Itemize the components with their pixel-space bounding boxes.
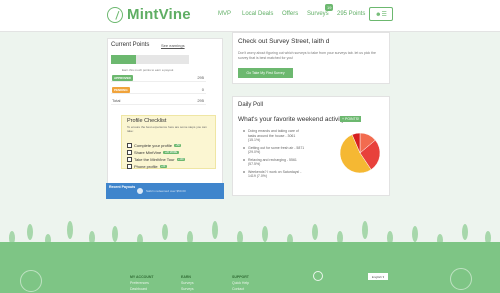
pending-value: 0 — [201, 87, 204, 92]
checkbox[interactable] — [127, 163, 132, 169]
poll-option: Doing errands and taking care of tasks a… — [243, 129, 305, 143]
checklist-desc: To ensure the best experience here are s… — [127, 125, 207, 133]
nav-points[interactable]: 295 Points — [337, 11, 365, 17]
poll-option: Getting out for some fresh air - 5871 (2… — [243, 146, 305, 155]
points-badge: + POINTS! — [340, 116, 362, 122]
pending-row: PENDING 0 — [111, 86, 206, 94]
survey-street-title: Check out Survey Street, laith d — [238, 38, 330, 45]
points-badge: +100 — [176, 157, 186, 161]
see-earnings-link[interactable]: See earnings — [161, 43, 185, 48]
progress-note: Earn this much points to earn a payout — [122, 68, 174, 72]
recent-payout-text: Sabrin redeemed over $50.00 — [146, 189, 186, 193]
checklist-item-label: Complete your profile — [134, 142, 173, 148]
daily-poll-title: Daily Poll — [238, 102, 264, 108]
language-value: English — [371, 274, 382, 279]
footer-link[interactable]: Preferences — [130, 281, 149, 285]
points-progress-fill — [111, 55, 136, 64]
recent-payouts-label: Recent Payouts — [109, 185, 136, 189]
nav-mvp[interactable]: MVP — [218, 11, 231, 17]
current-points-card: Current Points See earnings Earn this mu… — [107, 38, 223, 184]
points-progress-bar — [111, 55, 189, 64]
language-select[interactable]: English ▾ — [368, 273, 388, 280]
nav-local-deals[interactable]: Local Deals — [242, 11, 273, 17]
decorative-leaves — [0, 221, 500, 250]
logo[interactable]: MintVine — [107, 6, 191, 23]
checklist-item[interactable]: Complete your profile +50 — [127, 142, 182, 148]
poll-question: What's your favorite weekend activity? — [238, 116, 349, 123]
total-value: 295 — [197, 98, 204, 103]
poll-pie-chart — [339, 132, 381, 174]
footer-support-title: SUPPORT — [232, 275, 249, 279]
leaf-watermark-icon — [450, 268, 472, 290]
current-points-title: Current Points — [111, 42, 150, 48]
checklist-item[interactable]: Phone profile +20 — [127, 163, 167, 169]
checkbox[interactable] — [127, 149, 132, 155]
checklist-item-label: Phone profile — [134, 163, 158, 169]
nav-offers[interactable]: Offers — [282, 11, 298, 17]
points-badge: +50 — [174, 143, 182, 147]
user-icon — [137, 188, 143, 194]
recent-payouts-bar: Recent Payouts Sabrin redeemed over $50.… — [106, 183, 224, 199]
leaf-logo-icon — [107, 6, 123, 23]
survey-street-card: Check out Survey Street, laith d Don't w… — [232, 32, 390, 84]
checklist-item-label: Take the MintVine Tour — [134, 156, 175, 162]
top-header: MintVine MVP Local Deals Offers Surveys … — [0, 0, 500, 32]
poll-option: Weekends? I work on Saturdays! - 1419 (7… — [243, 170, 305, 179]
footer-earn-title: EARN — [181, 275, 191, 279]
footer-link[interactable]: Dashboard — [130, 287, 147, 291]
approved-tag: APPROVED — [112, 75, 133, 81]
footer-link[interactable]: Contact — [232, 287, 244, 291]
poll-option: Relaxing and recharging - 5561 (57.5%) — [243, 158, 305, 167]
surveys-count-badge: 19 — [325, 4, 334, 11]
daily-poll-card: Daily Poll What's your favorite weekend … — [232, 96, 390, 196]
first-survey-button[interactable]: Go Take My First Survey — [238, 68, 293, 78]
checklist-item[interactable]: Share MintVine +20 MORE — [127, 149, 179, 155]
user-icon: ☻☰ — [375, 11, 387, 18]
profile-checklist: Profile Checklist To ensure the best exp… — [121, 115, 216, 169]
checklist-title: Profile Checklist — [127, 118, 167, 124]
nav-surveys[interactable]: Surveys — [307, 11, 329, 17]
leaf-watermark-icon — [20, 270, 42, 292]
survey-street-desc: Don't worry about figuring out which sur… — [238, 51, 377, 60]
approved-value: 295 — [197, 75, 204, 80]
points-badge: +20 MORE — [163, 150, 179, 154]
logo-text: MintVine — [127, 6, 191, 23]
site-footer: MY ACCOUNT Preferences Dashboard EARN Su… — [0, 250, 500, 293]
footer-link[interactable]: Surveys — [181, 287, 194, 291]
approved-row: APPROVED 295 — [111, 74, 206, 82]
checklist-item[interactable]: Take the MintVine Tour +100 — [127, 156, 186, 162]
footer-link[interactable]: Quick Help — [232, 281, 249, 285]
checklist-item-label: Share MintVine — [134, 149, 162, 155]
total-row: Total 295 — [111, 97, 206, 105]
globe-icon — [313, 271, 323, 281]
points-badge: +20 — [159, 164, 167, 168]
checkbox[interactable] — [127, 142, 132, 148]
poll-options: Doing errands and taking care of tasks a… — [243, 129, 305, 182]
total-label: Total — [112, 98, 121, 103]
footer-link[interactable]: Surveys — [181, 281, 194, 285]
footer-account-title: MY ACCOUNT — [130, 275, 154, 279]
profile-menu-button[interactable]: ☻☰ — [369, 7, 393, 21]
checkbox[interactable] — [127, 156, 132, 162]
pending-tag: PENDING — [112, 87, 130, 93]
